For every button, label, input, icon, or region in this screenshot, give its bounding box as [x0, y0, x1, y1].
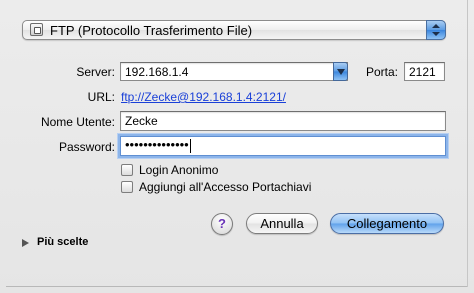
disclosure-triangle-icon[interactable]: [22, 239, 29, 247]
password-input[interactable]: ••••••••••••••: [125, 137, 191, 153]
checkbox-box[interactable]: [121, 181, 133, 193]
url-link[interactable]: ftp://Zecke@192.168.1.4:2121/: [121, 90, 286, 104]
username-input[interactable]: Zecke: [125, 114, 158, 128]
password-mask: ••••••••••••••: [125, 137, 189, 152]
more-options-label: Più scelte: [37, 236, 89, 248]
connect-to-server-sheet: FTP (Protocollo Trasferimento File) Serv…: [0, 0, 474, 293]
port-label: Porta:: [365, 65, 398, 79]
text-caret: [189, 138, 191, 153]
add-to-keychain-label: Aggiungi all'Accesso Portachiavi: [139, 180, 312, 194]
connect-button[interactable]: Collegamento: [330, 213, 444, 234]
password-field[interactable]: ••••••••••••••: [120, 136, 446, 156]
username-label: Nome Utente:: [40, 115, 115, 129]
sheet-right-border: [467, 0, 468, 287]
anonymous-login-label: Login Anonimo: [139, 163, 219, 177]
server-input[interactable]: 192.168.1.4: [125, 65, 188, 79]
password-label: Password:: [58, 140, 115, 154]
sheet-bottom-border: [6, 286, 468, 287]
help-button[interactable]: ?: [211, 213, 233, 235]
port-input[interactable]: 2121: [409, 65, 436, 79]
username-field[interactable]: Zecke: [120, 111, 446, 131]
popup-arrows-icon[interactable]: [426, 20, 446, 40]
server-combo[interactable]: 192.168.1.4: [120, 62, 348, 81]
cancel-button[interactable]: Annulla: [246, 213, 318, 234]
checkbox-box[interactable]: [121, 164, 133, 176]
server-dropdown-button[interactable]: [333, 62, 348, 81]
protocol-popup[interactable]: FTP (Protocollo Trasferimento File): [22, 20, 446, 40]
protocol-selected-label: FTP (Protocollo Trasferimento File): [50, 23, 253, 38]
help-icon: ?: [218, 216, 226, 231]
url-label: URL:: [87, 90, 115, 104]
server-label: Server:: [76, 65, 115, 79]
file-server-icon: [30, 23, 43, 36]
port-field[interactable]: 2121: [404, 62, 445, 81]
